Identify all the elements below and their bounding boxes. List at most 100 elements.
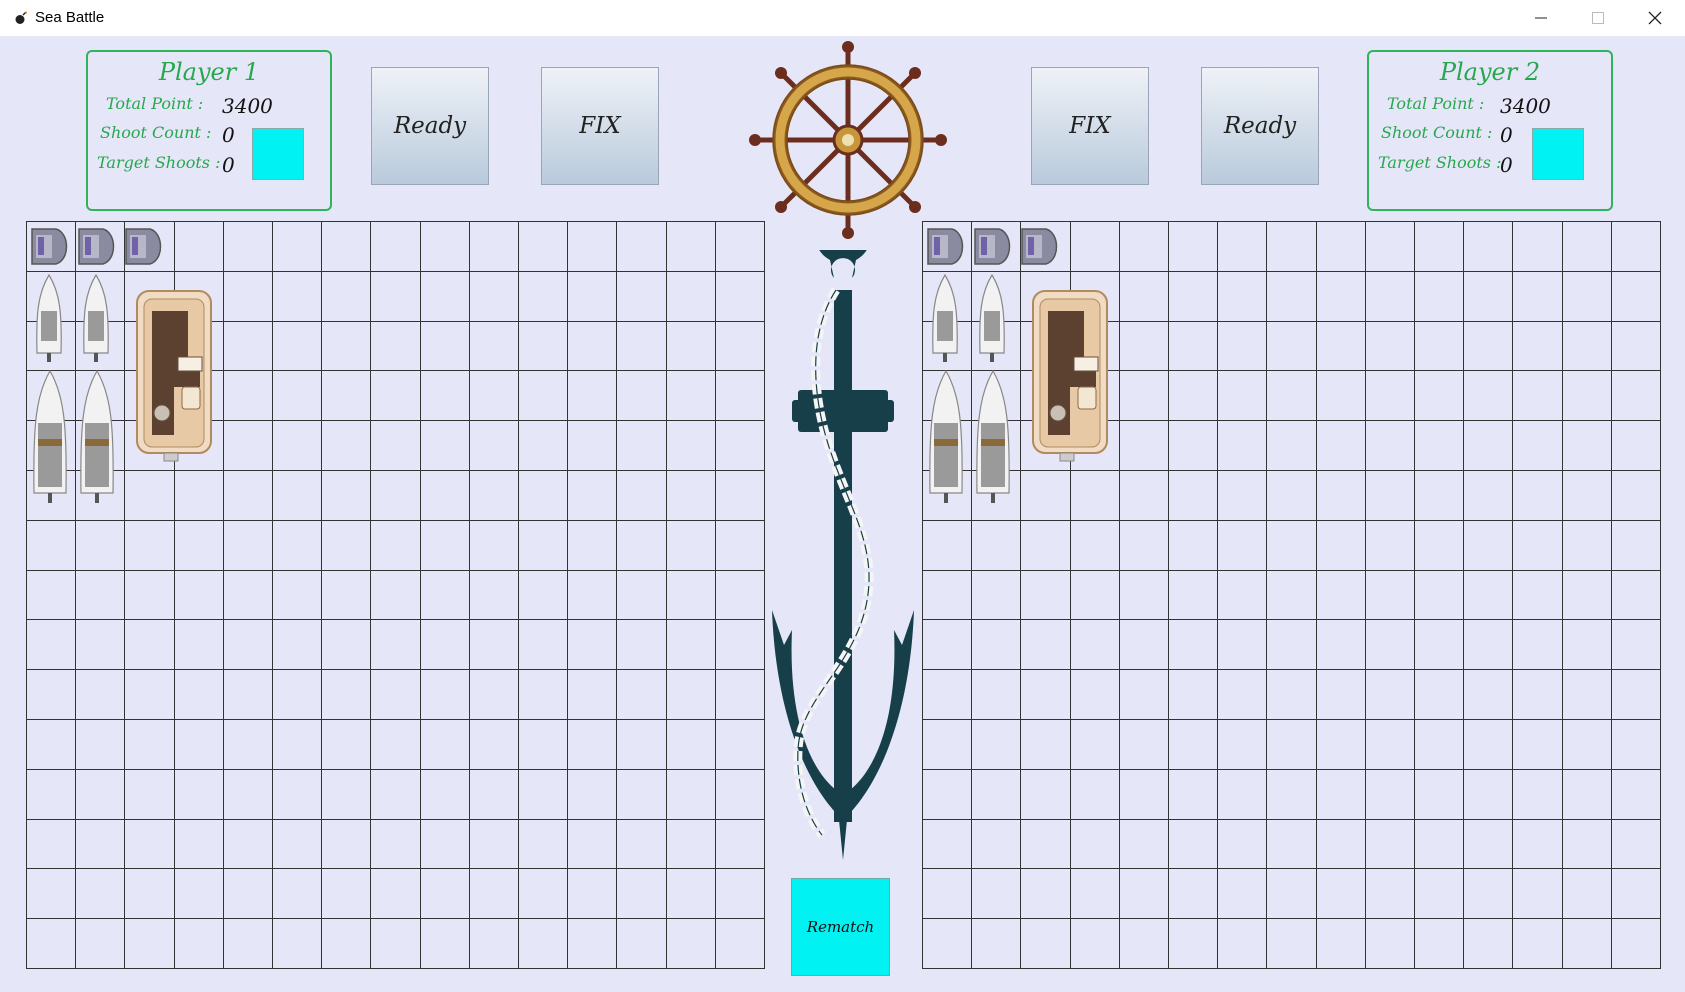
- board-cell[interactable]: [714, 519, 764, 570]
- board-cell[interactable]: [616, 370, 666, 421]
- board-cell[interactable]: [1364, 619, 1414, 670]
- board-cell[interactable]: [1463, 669, 1513, 719]
- board-cell[interactable]: [222, 221, 272, 271]
- board-cell[interactable]: [1020, 718, 1070, 769]
- board-cell[interactable]: [1364, 718, 1414, 769]
- board-cell[interactable]: [468, 519, 518, 570]
- board-cell[interactable]: [567, 669, 617, 719]
- pontoon-boat-icon[interactable]: [1030, 287, 1110, 463]
- board-cell[interactable]: [26, 718, 76, 769]
- board-cell[interactable]: [1168, 868, 1218, 919]
- board-cell[interactable]: [1217, 569, 1267, 620]
- board-cell[interactable]: [1217, 619, 1267, 670]
- board-cell[interactable]: [1118, 918, 1168, 968]
- board-cell[interactable]: [714, 420, 764, 470]
- board-cell[interactable]: [1217, 420, 1267, 470]
- board-cell[interactable]: [1118, 221, 1168, 271]
- board-cell[interactable]: [1364, 868, 1414, 919]
- board-cell[interactable]: [173, 918, 223, 968]
- board-cell[interactable]: [1610, 420, 1660, 470]
- board-cell[interactable]: [272, 818, 322, 869]
- board-cell[interactable]: [1168, 918, 1218, 968]
- board-cell[interactable]: [272, 519, 322, 570]
- board-cell[interactable]: [468, 420, 518, 470]
- board-cell[interactable]: [714, 270, 764, 321]
- board-cell[interactable]: [1610, 768, 1660, 819]
- board-cell[interactable]: [567, 221, 617, 271]
- board-cell[interactable]: [173, 669, 223, 719]
- board-cell[interactable]: [419, 221, 469, 271]
- board-cell[interactable]: [272, 469, 322, 520]
- board-cell[interactable]: [370, 868, 420, 919]
- board-cell[interactable]: [370, 270, 420, 321]
- board-cell[interactable]: [1069, 718, 1119, 769]
- board-cell[interactable]: [1266, 370, 1316, 421]
- board-cell[interactable]: [419, 519, 469, 570]
- board-cell[interactable]: [1610, 221, 1660, 271]
- board-cell[interactable]: [222, 868, 272, 919]
- board-cell[interactable]: [321, 370, 371, 421]
- board-cell[interactable]: [567, 569, 617, 620]
- board-cell[interactable]: [222, 420, 272, 470]
- board-cell[interactable]: [321, 818, 371, 869]
- board-cell[interactable]: [26, 818, 76, 869]
- board-cell[interactable]: [1020, 569, 1070, 620]
- player-2-shot-indicator[interactable]: [1532, 128, 1584, 180]
- pontoon-boat-icon[interactable]: [134, 287, 214, 463]
- board-cell[interactable]: [419, 469, 469, 520]
- board-cell[interactable]: [1512, 918, 1562, 968]
- board-cell[interactable]: [1266, 420, 1316, 470]
- board-cell[interactable]: [370, 420, 420, 470]
- board-cell[interactable]: [971, 918, 1021, 968]
- board-cell[interactable]: [1561, 918, 1611, 968]
- board-cell[interactable]: [272, 768, 322, 819]
- board-cell[interactable]: [222, 768, 272, 819]
- board-cell[interactable]: [1463, 768, 1513, 819]
- board-cell[interactable]: [1561, 469, 1611, 520]
- board-cell[interactable]: [616, 718, 666, 769]
- board-cell[interactable]: [222, 619, 272, 670]
- player-1-fix-button[interactable]: FIX: [541, 67, 659, 185]
- board-cell[interactable]: [1118, 370, 1168, 421]
- board-cell[interactable]: [1610, 320, 1660, 371]
- board-cell[interactable]: [75, 669, 125, 719]
- board-cell[interactable]: [1266, 918, 1316, 968]
- board-cell[interactable]: [1463, 370, 1513, 421]
- board-cell[interactable]: [567, 868, 617, 919]
- board-cell[interactable]: [518, 818, 568, 869]
- board-cell[interactable]: [714, 868, 764, 919]
- board-cell[interactable]: [518, 469, 568, 520]
- board-cell[interactable]: [1315, 868, 1365, 919]
- board-cell[interactable]: [616, 320, 666, 371]
- board-cell[interactable]: [1217, 370, 1267, 421]
- board-cell[interactable]: [1561, 221, 1611, 271]
- board-cell[interactable]: [1266, 818, 1316, 869]
- board-cell[interactable]: [1610, 669, 1660, 719]
- board-cell[interactable]: [518, 868, 568, 919]
- board-cell[interactable]: [567, 818, 617, 869]
- board-cell[interactable]: [1118, 569, 1168, 620]
- board-cell[interactable]: [1118, 270, 1168, 321]
- board-cell[interactable]: [1561, 818, 1611, 869]
- board-cell[interactable]: [222, 519, 272, 570]
- board-cell[interactable]: [1020, 469, 1070, 520]
- board-cell[interactable]: [518, 619, 568, 670]
- board-cell[interactable]: [518, 420, 568, 470]
- board-cell[interactable]: [1414, 818, 1464, 869]
- board-cell[interactable]: [419, 918, 469, 968]
- board-cell[interactable]: [173, 221, 223, 271]
- board-cell[interactable]: [75, 818, 125, 869]
- board-cell[interactable]: [665, 818, 715, 869]
- board-cell[interactable]: [26, 619, 76, 670]
- board-cell[interactable]: [1414, 868, 1464, 919]
- board-cell[interactable]: [1266, 270, 1316, 321]
- board-cell[interactable]: [419, 270, 469, 321]
- board-cell[interactable]: [1512, 569, 1562, 620]
- board-cell[interactable]: [1266, 469, 1316, 520]
- board-cell[interactable]: [1561, 868, 1611, 919]
- board-cell[interactable]: [75, 619, 125, 670]
- board-cell[interactable]: [616, 519, 666, 570]
- board-cell[interactable]: [419, 420, 469, 470]
- board-cell[interactable]: [567, 519, 617, 570]
- board-cell[interactable]: [1168, 768, 1218, 819]
